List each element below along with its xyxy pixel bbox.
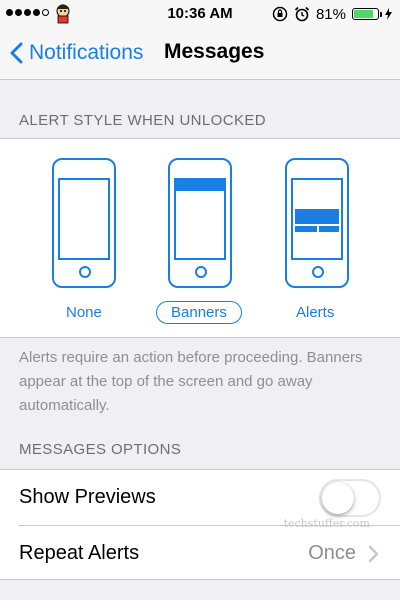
repeat-alerts-row[interactable]: Repeat Alerts Once bbox=[0, 526, 400, 581]
alert-style-panel: None Banners Alerts bbox=[0, 138, 400, 338]
watermark: techstuffer.com bbox=[283, 517, 370, 530]
phone-screen bbox=[174, 178, 226, 260]
alert-style-banners-preview[interactable] bbox=[168, 158, 232, 288]
phone-screen bbox=[58, 178, 110, 260]
alert-style-none-label[interactable]: None bbox=[66, 304, 102, 321]
show-previews-label: Show Previews bbox=[19, 486, 156, 508]
alert-graphic bbox=[295, 209, 339, 232]
battery-level-fill bbox=[354, 10, 373, 18]
page-title: Messages bbox=[164, 40, 265, 63]
alert-style-alerts-preview[interactable] bbox=[285, 158, 349, 288]
alert-style-banners-label[interactable]: Banners bbox=[156, 301, 242, 324]
chevron-left-icon bbox=[10, 42, 23, 64]
messages-options-header: MESSAGES OPTIONS bbox=[19, 441, 182, 458]
status-bar: 10:36 AM 81% bbox=[0, 0, 400, 28]
chevron-right-icon bbox=[368, 545, 379, 563]
repeat-alerts-value: Once bbox=[308, 542, 356, 564]
battery-icon bbox=[352, 8, 382, 20]
screen-rotation-lock-icon bbox=[272, 6, 288, 22]
back-button[interactable]: Notifications bbox=[10, 38, 143, 68]
home-button-icon bbox=[79, 266, 91, 278]
alert-style-alerts-label[interactable]: Alerts bbox=[296, 304, 334, 321]
back-button-label: Notifications bbox=[29, 41, 144, 64]
home-button-icon bbox=[195, 266, 207, 278]
navigation-bar: Notifications Messages bbox=[0, 28, 400, 80]
alarm-icon bbox=[294, 6, 310, 22]
repeat-alerts-label: Repeat Alerts bbox=[19, 542, 140, 564]
toggle-knob bbox=[322, 482, 354, 514]
show-previews-toggle[interactable] bbox=[319, 479, 381, 517]
charging-bolt-icon bbox=[385, 8, 392, 20]
alert-style-description: Alerts require an action before proceedi… bbox=[19, 349, 363, 414]
alert-style-none-preview[interactable] bbox=[52, 158, 116, 288]
banner-graphic bbox=[176, 180, 224, 191]
alert-style-header: ALERT STYLE WHEN UNLOCKED bbox=[19, 112, 267, 129]
home-button-icon bbox=[312, 266, 324, 278]
status-right-group: 81% bbox=[272, 4, 392, 24]
battery-percent: 81% bbox=[315, 5, 346, 23]
phone-screen bbox=[291, 178, 343, 260]
